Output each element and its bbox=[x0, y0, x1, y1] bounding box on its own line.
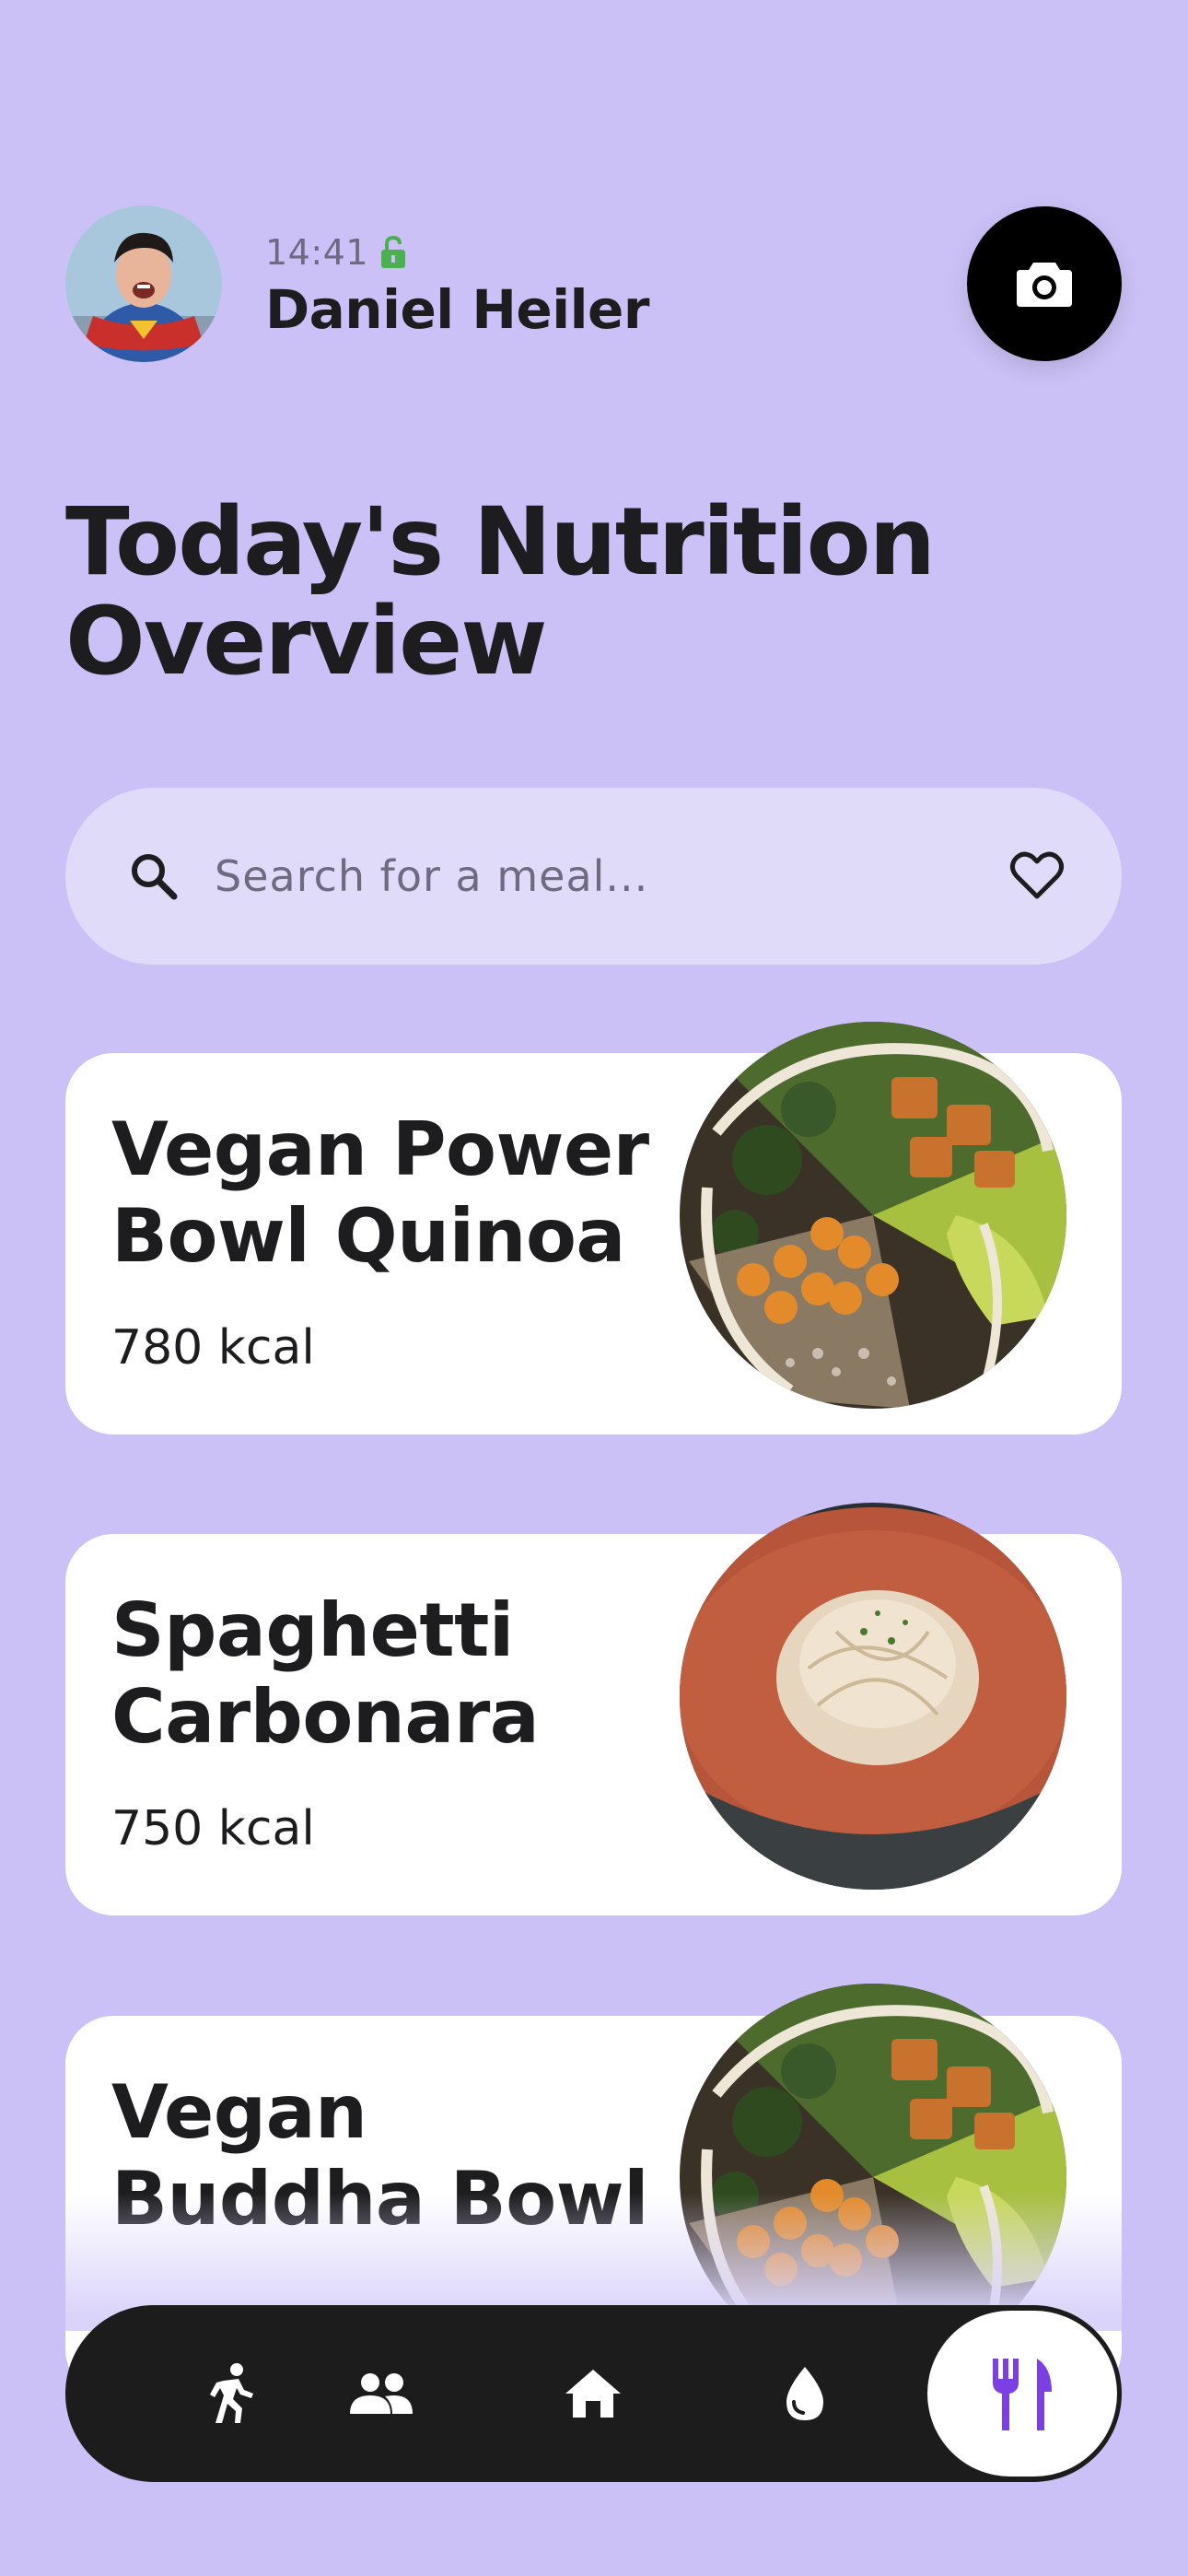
camera-icon bbox=[1017, 263, 1072, 307]
avatar[interactable] bbox=[65, 205, 222, 362]
user-name: Daniel Heiler bbox=[265, 278, 649, 341]
pasta-plate-image bbox=[680, 1503, 1066, 1890]
water-drop-icon bbox=[786, 2367, 823, 2420]
search-bar[interactable] bbox=[65, 788, 1122, 965]
bottom-nav bbox=[65, 2305, 1122, 2482]
camera-button[interactable] bbox=[967, 206, 1122, 361]
page-title: Today's Nutrition Overview bbox=[65, 487, 936, 697]
home-icon bbox=[565, 2370, 621, 2418]
search-icon bbox=[132, 854, 178, 900]
nav-meals[interactable] bbox=[927, 2311, 1117, 2476]
heart-icon[interactable] bbox=[1007, 847, 1066, 906]
group-icon bbox=[350, 2373, 413, 2414]
search-input[interactable] bbox=[213, 850, 1007, 902]
time-text: 14:41 bbox=[265, 232, 369, 273]
power-bowl-image bbox=[680, 1022, 1066, 1409]
nav-activity[interactable] bbox=[157, 2305, 305, 2482]
nav-home[interactable] bbox=[519, 2305, 667, 2482]
meal-kcal: 750 kcal bbox=[111, 1801, 315, 1856]
meal-kcal: 780 kcal bbox=[111, 1320, 315, 1376]
nav-water[interactable] bbox=[731, 2305, 879, 2482]
meal-title: Spaghetti Carbonara bbox=[111, 1587, 540, 1760]
fork-knife-icon bbox=[993, 2359, 1052, 2430]
run-icon bbox=[210, 2363, 253, 2423]
meal-title: Vegan Power Bowl Quinoa bbox=[111, 1107, 649, 1279]
unlocked-icon bbox=[379, 235, 407, 270]
nav-community[interactable] bbox=[308, 2305, 455, 2482]
status-time: 14:41 bbox=[265, 232, 407, 273]
